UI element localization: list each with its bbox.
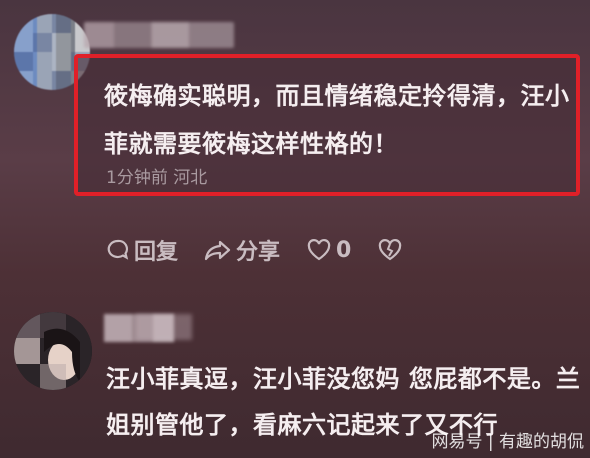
comment-2-line-1: 汪小菲真逗，汪小菲没您妈 您屁都不是。兰 [106,365,581,393]
share-button[interactable]: 分享 [204,234,280,266]
comment-1-line-2: 菲就需要筱梅这样性格的！ [104,130,398,158]
user-avatar-2[interactable] [14,312,92,390]
comment-1-actions: 回复 分享 0 [106,234,433,266]
like-button[interactable]: 0 [306,238,351,263]
share-icon [204,240,231,261]
reply-label: 回复 [134,240,179,265]
reply-icon [107,239,129,260]
share-label: 分享 [236,240,281,265]
watermark: 网易号 | 有趣的胡侃 [431,432,584,452]
avatar-portrait [14,312,92,390]
comment-1-text: 筱梅确实聪明，而且情绪稳定拎得清，汪小 菲就需要筱梅这样性格的！ [104,72,574,168]
username-blurred-2b [136,314,192,340]
dislike-button[interactable] [377,238,407,262]
broken-heart-icon [379,239,402,261]
username-blurred-1[interactable] [84,22,234,48]
like-count: 0 [336,237,352,263]
comment-1-meta: 1分钟前 河北 [106,168,208,188]
heart-icon [307,239,331,261]
comment-1-line-1: 筱梅确实聪明，而且情绪稳定拎得清，汪小 [104,82,570,110]
reply-button[interactable]: 回复 [106,234,178,266]
